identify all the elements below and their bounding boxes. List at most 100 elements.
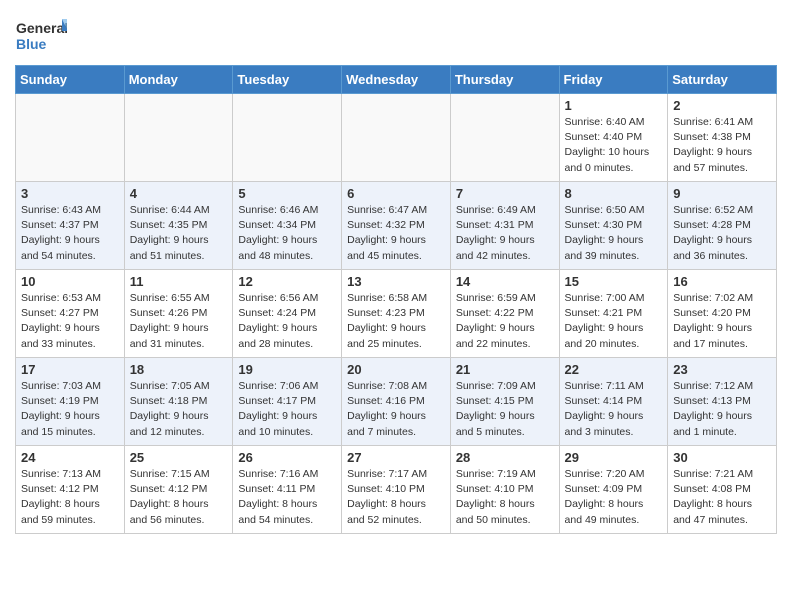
day-number: 27 (347, 450, 445, 465)
day-info: Sunrise: 7:05 AM Sunset: 4:18 PM Dayligh… (130, 379, 228, 440)
day-number: 7 (456, 186, 554, 201)
calendar-week-5: 24 Sunrise: 7:13 AM Sunset: 4:12 PM Dayli… (16, 446, 777, 534)
calendar-cell: 2 Sunrise: 6:41 AM Sunset: 4:38 PM Daylig… (668, 94, 777, 182)
day-info: Sunrise: 6:50 AM Sunset: 4:30 PM Dayligh… (565, 203, 663, 264)
day-number: 18 (130, 362, 228, 377)
day-info: Sunrise: 7:13 AM Sunset: 4:12 PM Dayligh… (21, 467, 119, 528)
calendar-cell: 20 Sunrise: 7:08 AM Sunset: 4:16 PM Dayli… (342, 358, 451, 446)
day-number: 30 (673, 450, 771, 465)
day-info: Sunrise: 7:15 AM Sunset: 4:12 PM Dayligh… (130, 467, 228, 528)
calendar-week-4: 17 Sunrise: 7:03 AM Sunset: 4:19 PM Dayli… (16, 358, 777, 446)
calendar-cell: 28Sunrise: 7:19 AM Sunset: 4:10 PM Dayli… (450, 446, 559, 534)
day-number: 2 (673, 98, 771, 113)
calendar-cell: 30 Sunrise: 7:21 AM Sunset: 4:08 PM Dayli… (668, 446, 777, 534)
day-info: Sunrise: 6:53 AM Sunset: 4:27 PM Dayligh… (21, 291, 119, 352)
day-info: Sunrise: 6:46 AM Sunset: 4:34 PM Dayligh… (238, 203, 336, 264)
calendar-cell: 14 Sunrise: 6:59 AM Sunset: 4:22 PM Dayli… (450, 270, 559, 358)
weekday-header-tuesday: Tuesday (233, 66, 342, 94)
calendar-cell: 21Sunrise: 7:09 AM Sunset: 4:15 PM Dayli… (450, 358, 559, 446)
day-number: 21 (456, 362, 554, 377)
day-info: Sunrise: 7:12 AM Sunset: 4:13 PM Dayligh… (673, 379, 771, 440)
calendar-cell: 1 Sunrise: 6:40 AM Sunset: 4:40 PM Daylig… (559, 94, 668, 182)
calendar-cell: 24 Sunrise: 7:13 AM Sunset: 4:12 PM Dayli… (16, 446, 125, 534)
calendar-cell: 5 Sunrise: 6:46 AM Sunset: 4:34 PM Daylig… (233, 182, 342, 270)
calendar-cell: 22 Sunrise: 7:11 AM Sunset: 4:14 PM Dayli… (559, 358, 668, 446)
day-number: 9 (673, 186, 771, 201)
day-info: Sunrise: 7:17 AM Sunset: 4:10 PM Dayligh… (347, 467, 445, 528)
day-info: Sunrise: 7:03 AM Sunset: 4:19 PM Dayligh… (21, 379, 119, 440)
calendar-cell: 13 Sunrise: 6:58 AM Sunset: 4:23 PM Dayli… (342, 270, 451, 358)
day-number: 13 (347, 274, 445, 289)
calendar-cell: 12 Sunrise: 6:56 AM Sunset: 4:24 PM Dayli… (233, 270, 342, 358)
day-info: Sunrise: 7:20 AM Sunset: 4:09 PM Dayligh… (565, 467, 663, 528)
day-info: Sunrise: 6:44 AM Sunset: 4:35 PM Dayligh… (130, 203, 228, 264)
day-number: 20 (347, 362, 445, 377)
day-number: 11 (130, 274, 228, 289)
svg-text:General: General (16, 20, 67, 36)
day-number: 5 (238, 186, 336, 201)
calendar-cell: 4 Sunrise: 6:44 AM Sunset: 4:35 PM Daylig… (124, 182, 233, 270)
day-info: Sunrise: 7:16 AM Sunset: 4:11 PM Dayligh… (238, 467, 336, 528)
day-number: 10 (21, 274, 119, 289)
day-info: Sunrise: 6:49 AM Sunset: 4:31 PM Dayligh… (456, 203, 554, 264)
calendar-cell: 8 Sunrise: 6:50 AM Sunset: 4:30 PM Daylig… (559, 182, 668, 270)
day-number: 17 (21, 362, 119, 377)
logo-svg: General Blue (15, 15, 67, 57)
logo: General Blue (15, 15, 67, 57)
day-info: Sunrise: 7:21 AM Sunset: 4:08 PM Dayligh… (673, 467, 771, 528)
day-info: Sunrise: 7:02 AM Sunset: 4:20 PM Dayligh… (673, 291, 771, 352)
day-number: 16 (673, 274, 771, 289)
calendar-cell: 15 Sunrise: 7:00 AM Sunset: 4:21 PM Dayli… (559, 270, 668, 358)
day-info: Sunrise: 6:41 AM Sunset: 4:38 PM Dayligh… (673, 115, 771, 176)
calendar-cell: 7 Sunrise: 6:49 AM Sunset: 4:31 PM Daylig… (450, 182, 559, 270)
svg-text:Blue: Blue (16, 36, 47, 52)
day-number: 24 (21, 450, 119, 465)
day-number: 25 (130, 450, 228, 465)
day-number: 15 (565, 274, 663, 289)
weekday-header-monday: Monday (124, 66, 233, 94)
weekday-header-saturday: Saturday (668, 66, 777, 94)
calendar-cell (124, 94, 233, 182)
calendar-cell: 6 Sunrise: 6:47 AM Sunset: 4:32 PM Daylig… (342, 182, 451, 270)
calendar-cell: 25 Sunrise: 7:15 AM Sunset: 4:12 PM Dayli… (124, 446, 233, 534)
calendar-cell: 26 Sunrise: 7:16 AM Sunset: 4:11 PM Dayli… (233, 446, 342, 534)
calendar-cell: 9 Sunrise: 6:52 AM Sunset: 4:28 PM Daylig… (668, 182, 777, 270)
day-info: Sunrise: 6:47 AM Sunset: 4:32 PM Dayligh… (347, 203, 445, 264)
day-info: Sunrise: 6:59 AM Sunset: 4:22 PM Dayligh… (456, 291, 554, 352)
day-number: 12 (238, 274, 336, 289)
calendar-cell (450, 94, 559, 182)
weekday-header-wednesday: Wednesday (342, 66, 451, 94)
header: General Blue (15, 10, 777, 57)
calendar-cell (16, 94, 125, 182)
day-number: 8 (565, 186, 663, 201)
calendar-cell: 23 Sunrise: 7:12 AM Sunset: 4:13 PM Dayli… (668, 358, 777, 446)
calendar-week-3: 10 Sunrise: 6:53 AM Sunset: 4:27 PM Dayli… (16, 270, 777, 358)
day-info: Sunrise: 6:40 AM Sunset: 4:40 PM Dayligh… (565, 115, 663, 176)
day-info: Sunrise: 7:19 AM Sunset: 4:10 PM Dayligh… (456, 467, 554, 528)
day-number: 14 (456, 274, 554, 289)
calendar-cell: 11Sunrise: 6:55 AM Sunset: 4:26 PM Dayli… (124, 270, 233, 358)
day-number: 3 (21, 186, 119, 201)
day-number: 26 (238, 450, 336, 465)
weekday-header-friday: Friday (559, 66, 668, 94)
calendar-cell: 29Sunrise: 7:20 AM Sunset: 4:09 PM Dayli… (559, 446, 668, 534)
day-info: Sunrise: 7:00 AM Sunset: 4:21 PM Dayligh… (565, 291, 663, 352)
day-info: Sunrise: 7:11 AM Sunset: 4:14 PM Dayligh… (565, 379, 663, 440)
day-number: 22 (565, 362, 663, 377)
page: General Blue SundayMondayTuesdayWednesda… (0, 0, 792, 549)
day-info: Sunrise: 6:58 AM Sunset: 4:23 PM Dayligh… (347, 291, 445, 352)
day-info: Sunrise: 6:43 AM Sunset: 4:37 PM Dayligh… (21, 203, 119, 264)
day-number: 4 (130, 186, 228, 201)
calendar-week-2: 3 Sunrise: 6:43 AM Sunset: 4:37 PM Daylig… (16, 182, 777, 270)
day-info: Sunrise: 7:08 AM Sunset: 4:16 PM Dayligh… (347, 379, 445, 440)
day-number: 6 (347, 186, 445, 201)
day-number: 1 (565, 98, 663, 113)
day-info: Sunrise: 6:56 AM Sunset: 4:24 PM Dayligh… (238, 291, 336, 352)
calendar-cell (233, 94, 342, 182)
calendar-header-row: SundayMondayTuesdayWednesdayThursdayFrid… (16, 66, 777, 94)
calendar-cell (342, 94, 451, 182)
day-number: 23 (673, 362, 771, 377)
day-info: Sunrise: 6:52 AM Sunset: 4:28 PM Dayligh… (673, 203, 771, 264)
weekday-header-thursday: Thursday (450, 66, 559, 94)
calendar-cell: 3 Sunrise: 6:43 AM Sunset: 4:37 PM Daylig… (16, 182, 125, 270)
